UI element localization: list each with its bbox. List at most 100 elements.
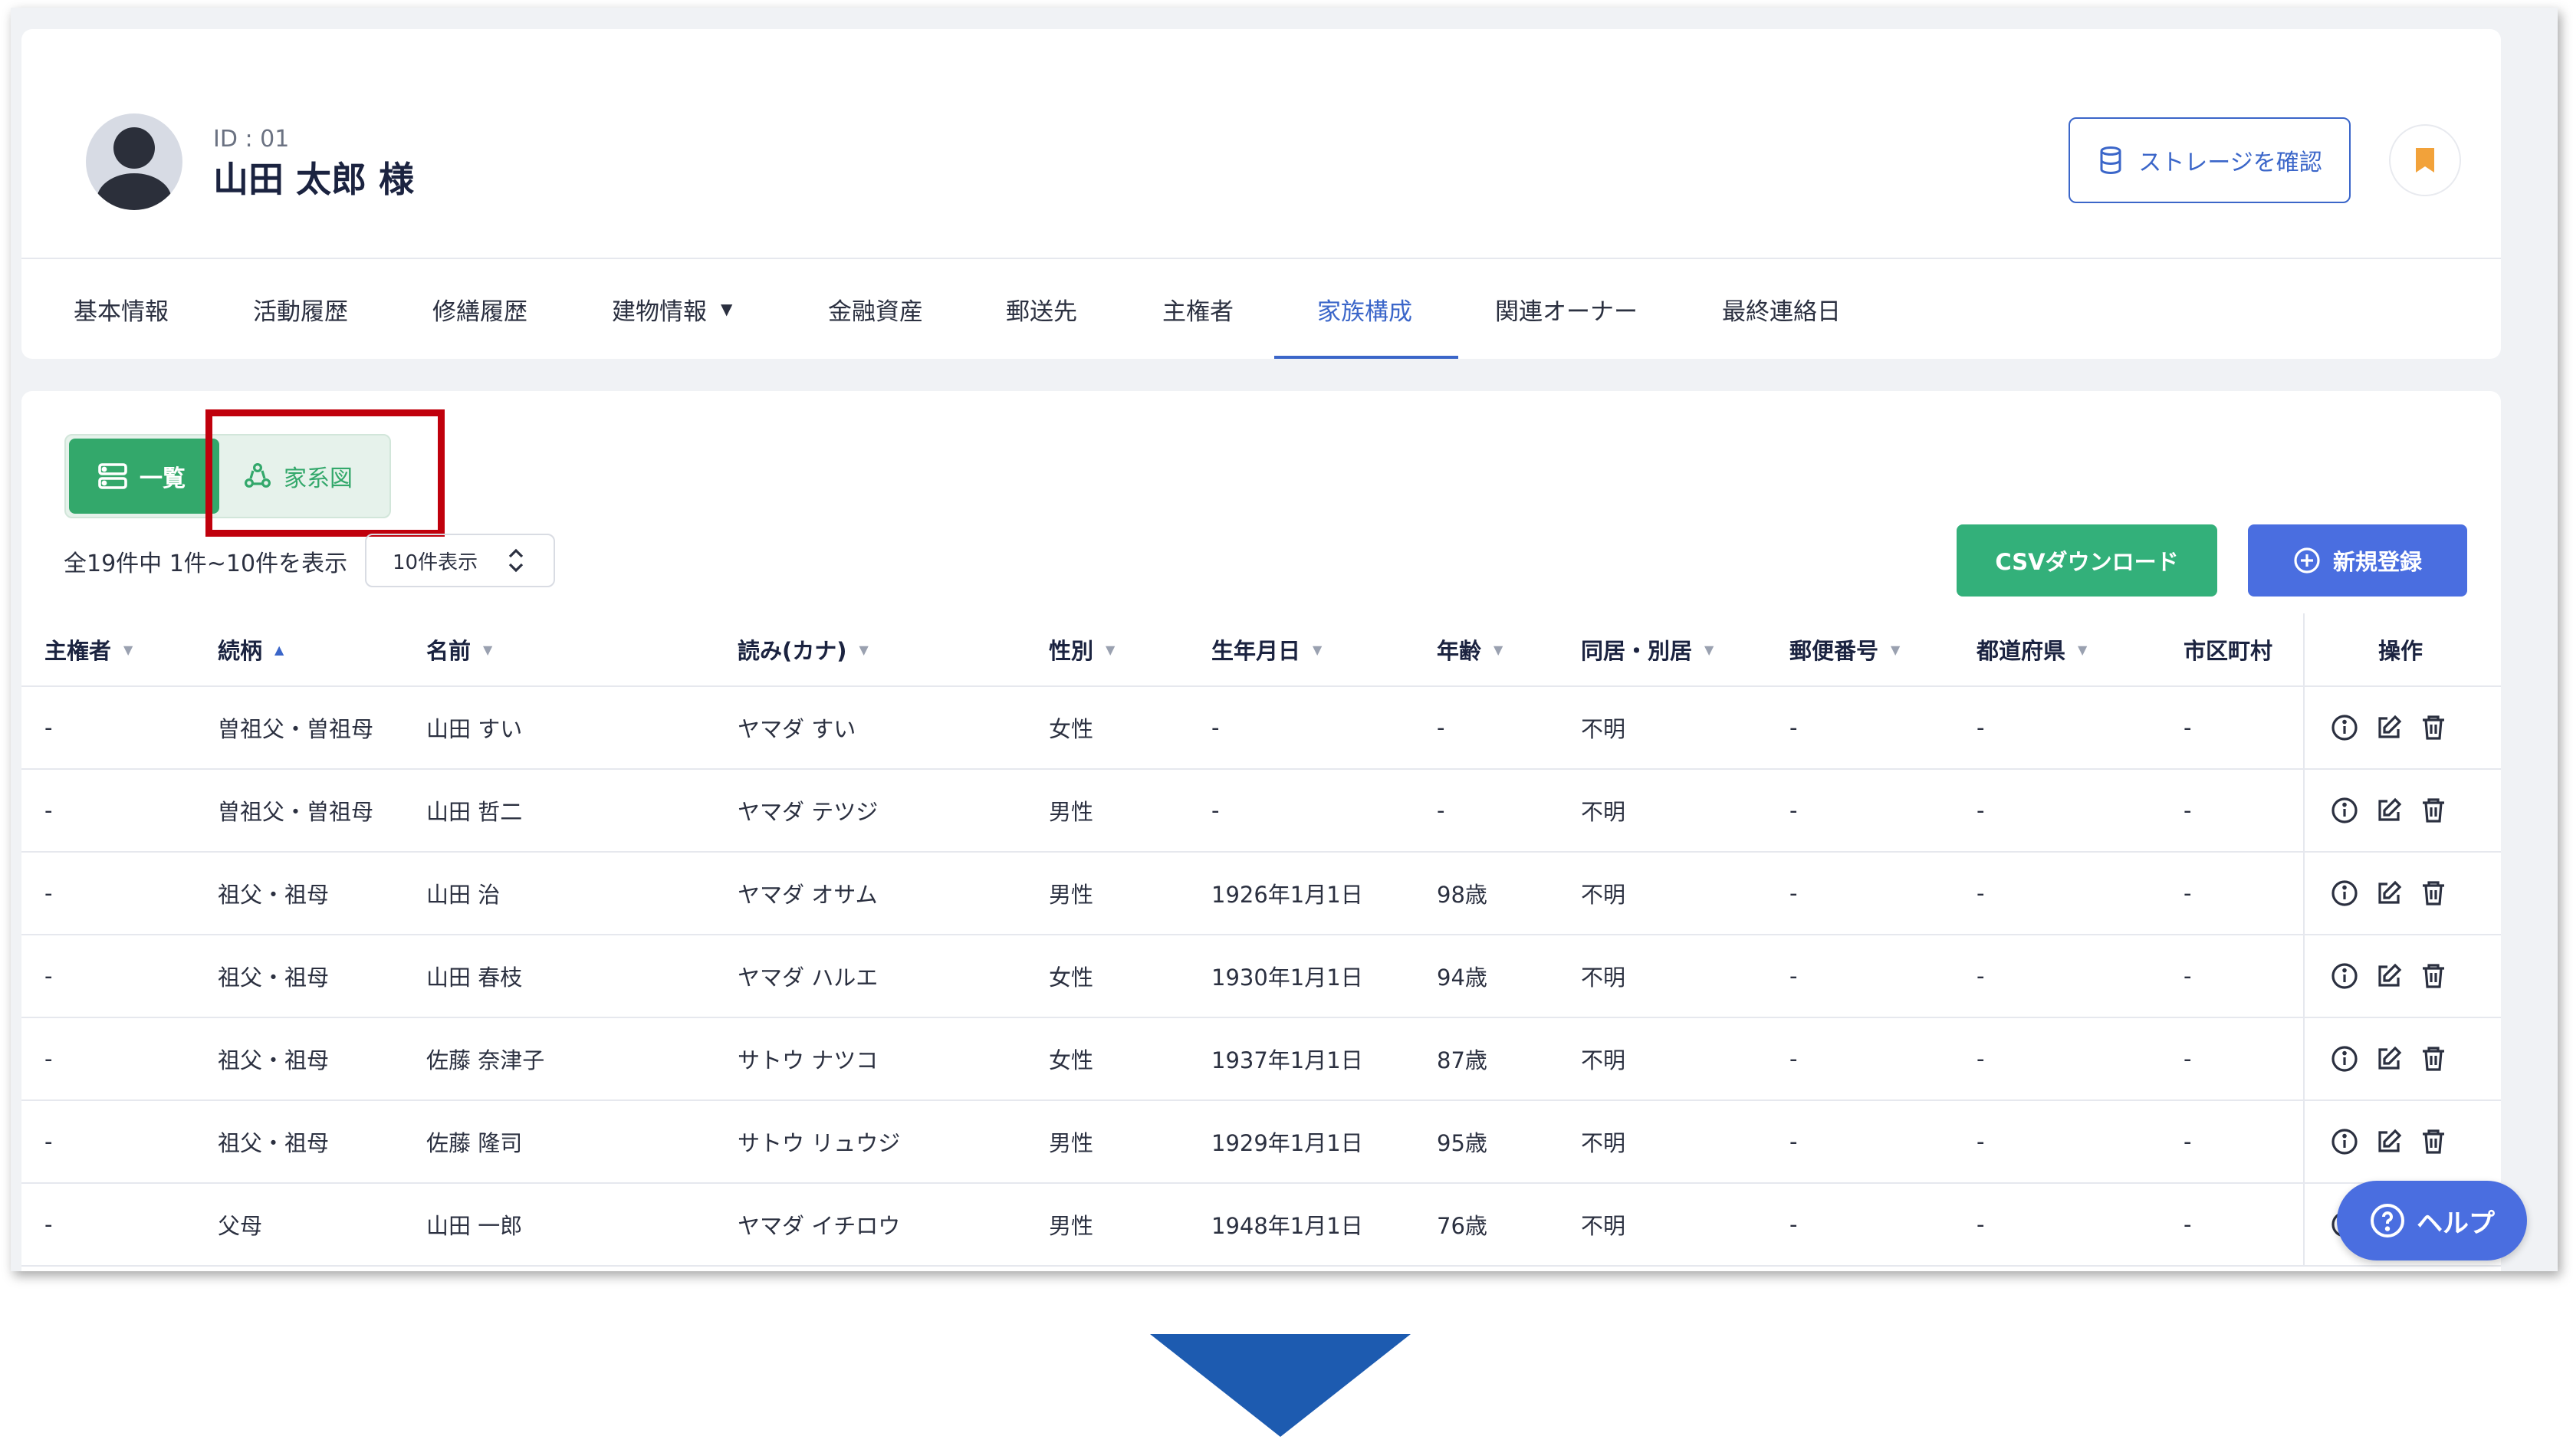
edit-icon[interactable]: [2375, 1045, 2403, 1073]
sort-icon: ▼: [123, 642, 133, 657]
header-age[interactable]: 年齢 ▼: [1437, 613, 1503, 685]
info-icon[interactable]: [2331, 797, 2358, 824]
tab-mailing-address[interactable]: 郵送先: [1006, 259, 1077, 359]
cell-postal: -: [1789, 797, 1798, 823]
tab-financial-assets[interactable]: 金融資産: [828, 259, 923, 359]
header-gender[interactable]: 性別 ▼: [1049, 613, 1115, 685]
cell-kana: サトウ リュウジ: [738, 1130, 901, 1156]
cell-age: -: [1437, 715, 1445, 741]
cell-sovereign: -: [44, 1046, 53, 1072]
cell-gender: 男性: [1049, 882, 1094, 908]
cell-relationship: 曽祖父・曽祖母: [218, 799, 374, 825]
header-name[interactable]: 名前 ▼: [426, 613, 492, 685]
help-icon: [2371, 1204, 2404, 1237]
cell-age: 95歳: [1437, 1130, 1487, 1156]
cell-postal: -: [1789, 880, 1798, 906]
edit-icon[interactable]: [2375, 714, 2403, 741]
cell-gender: 女性: [1049, 716, 1094, 742]
header-relationship[interactable]: 続柄 ▲: [218, 613, 284, 685]
page-size-select[interactable]: 10件表示: [365, 534, 555, 587]
avatar: [86, 113, 182, 210]
edit-icon[interactable]: [2375, 1128, 2403, 1155]
trash-icon[interactable]: [2420, 1128, 2447, 1155]
cell-prefecture: -: [1977, 1046, 1985, 1072]
trash-icon[interactable]: [2420, 797, 2447, 824]
cell-age: 76歳: [1437, 1213, 1487, 1239]
cell-gender: 女性: [1049, 1047, 1094, 1073]
header-operations: 操作: [2378, 638, 2423, 664]
tab-basic-info[interactable]: 基本情報: [74, 259, 169, 359]
cell-gender: 男性: [1049, 1130, 1094, 1156]
cell-city: -: [2184, 715, 2192, 741]
tab-building-info[interactable]: 建物情報 ▼: [612, 259, 732, 359]
customer-id: ID : 01: [213, 126, 290, 153]
header-living[interactable]: 同居・別居 ▼: [1581, 613, 1714, 685]
customer-name: 山田 太郎 様: [213, 159, 415, 200]
list-view-button[interactable]: 一覧: [69, 439, 219, 514]
row-actions: [2331, 1018, 2447, 1099]
help-button[interactable]: ヘルプ: [2337, 1181, 2527, 1260]
cell-relationship: 曽祖父・曽祖母: [218, 716, 374, 742]
cell-living: 不明: [1581, 882, 1626, 908]
table-row: - 曽祖父・曽祖母 山田 哲二 ヤマダ テツジ 男性 - - 不明 - - -: [21, 770, 2501, 853]
cell-prefecture: -: [1977, 715, 1985, 741]
cell-name: 山田 すい: [426, 716, 523, 742]
cell-kana: ヤマダ イチロウ: [738, 1213, 901, 1239]
edit-icon[interactable]: [2375, 797, 2403, 824]
cell-city: -: [2184, 880, 2192, 906]
header-city: 市区町村: [2184, 638, 2273, 664]
edit-icon[interactable]: [2375, 962, 2403, 990]
header-birthdate[interactable]: 生年月日 ▼: [1211, 613, 1322, 685]
csv-download-button[interactable]: CSVダウンロード: [1957, 524, 2217, 597]
cell-name: 佐藤 奈津子: [426, 1047, 545, 1073]
tab-last-contact-date[interactable]: 最終連絡日: [1722, 259, 1841, 359]
tab-bar: 基本情報 活動履歴 修繕履歴 建物情報 ▼ 金融資産 郵送先 主権者 家族構成 関…: [21, 259, 2501, 359]
row-actions: [2331, 1101, 2447, 1182]
check-storage-button[interactable]: ストレージを確認: [2069, 117, 2351, 203]
trash-icon[interactable]: [2420, 714, 2447, 741]
info-icon[interactable]: [2331, 1128, 2358, 1155]
info-icon[interactable]: [2331, 714, 2358, 741]
row-actions: [2331, 935, 2447, 1017]
cell-gender: 男性: [1049, 799, 1094, 825]
cell-kana: サトウ ナツコ: [738, 1047, 879, 1073]
tab-repair-history[interactable]: 修繕履歴: [432, 259, 527, 359]
header-kana[interactable]: 読み(カナ) ▼: [738, 613, 869, 685]
trash-icon[interactable]: [2420, 879, 2447, 907]
new-registration-button[interactable]: 新規登録: [2248, 524, 2467, 597]
family-structure-panel: 一覧 家系図 全19件中 1件~10件を表示 10件表示 CSVダウンロード 新…: [21, 391, 2501, 1271]
sort-icon: ▼: [1106, 642, 1116, 657]
info-icon[interactable]: [2331, 879, 2358, 907]
cell-name: 山田 治: [426, 882, 501, 908]
tab-sovereign[interactable]: 主権者: [1162, 259, 1234, 359]
cell-prefecture: -: [1977, 880, 1985, 906]
cell-postal: -: [1789, 963, 1798, 989]
cell-kana: ヤマダ オサム: [738, 882, 878, 908]
down-arrow-icon: [1150, 1334, 1411, 1437]
edit-icon[interactable]: [2375, 879, 2403, 907]
info-icon[interactable]: [2331, 1045, 2358, 1073]
row-actions: [2331, 687, 2447, 768]
active-tab-indicator: [1274, 356, 1458, 359]
cell-birthdate: -: [1211, 715, 1220, 741]
cell-kana: ヤマダ テツジ: [738, 799, 879, 825]
sort-asc-icon: ▲: [274, 642, 284, 657]
tab-related-owner[interactable]: 関連オーナー: [1495, 259, 1638, 359]
header-prefecture[interactable]: 都道府県 ▼: [1977, 613, 2087, 685]
table-row: - 祖父・祖母 佐藤 奈津子 サトウ ナツコ 女性 1937年1月1日 87歳 不明 - - -: [21, 1018, 2501, 1101]
bookmark-icon: [2416, 148, 2434, 173]
trash-icon[interactable]: [2420, 962, 2447, 990]
trash-icon[interactable]: [2420, 1045, 2447, 1073]
header-sovereign[interactable]: 主権者 ▼: [44, 613, 133, 685]
table-row: - 祖父・祖母 山田 治 ヤマダ オサム 男性 1926年1月1日 98歳 不明 - - -: [21, 853, 2501, 935]
cell-sovereign: -: [44, 963, 53, 989]
tab-activity-history[interactable]: 活動履歴: [253, 259, 348, 359]
cell-prefecture: -: [1977, 963, 1985, 989]
cell-city: -: [2184, 1211, 2192, 1237]
bookmark-button[interactable]: [2389, 124, 2461, 196]
cell-birthdate: 1926年1月1日: [1211, 882, 1363, 908]
tab-family-structure[interactable]: 家族構成: [1317, 259, 1412, 359]
header-postal[interactable]: 郵便番号 ▼: [1789, 613, 1900, 685]
cell-sovereign: -: [44, 1129, 53, 1155]
info-icon[interactable]: [2331, 962, 2358, 990]
